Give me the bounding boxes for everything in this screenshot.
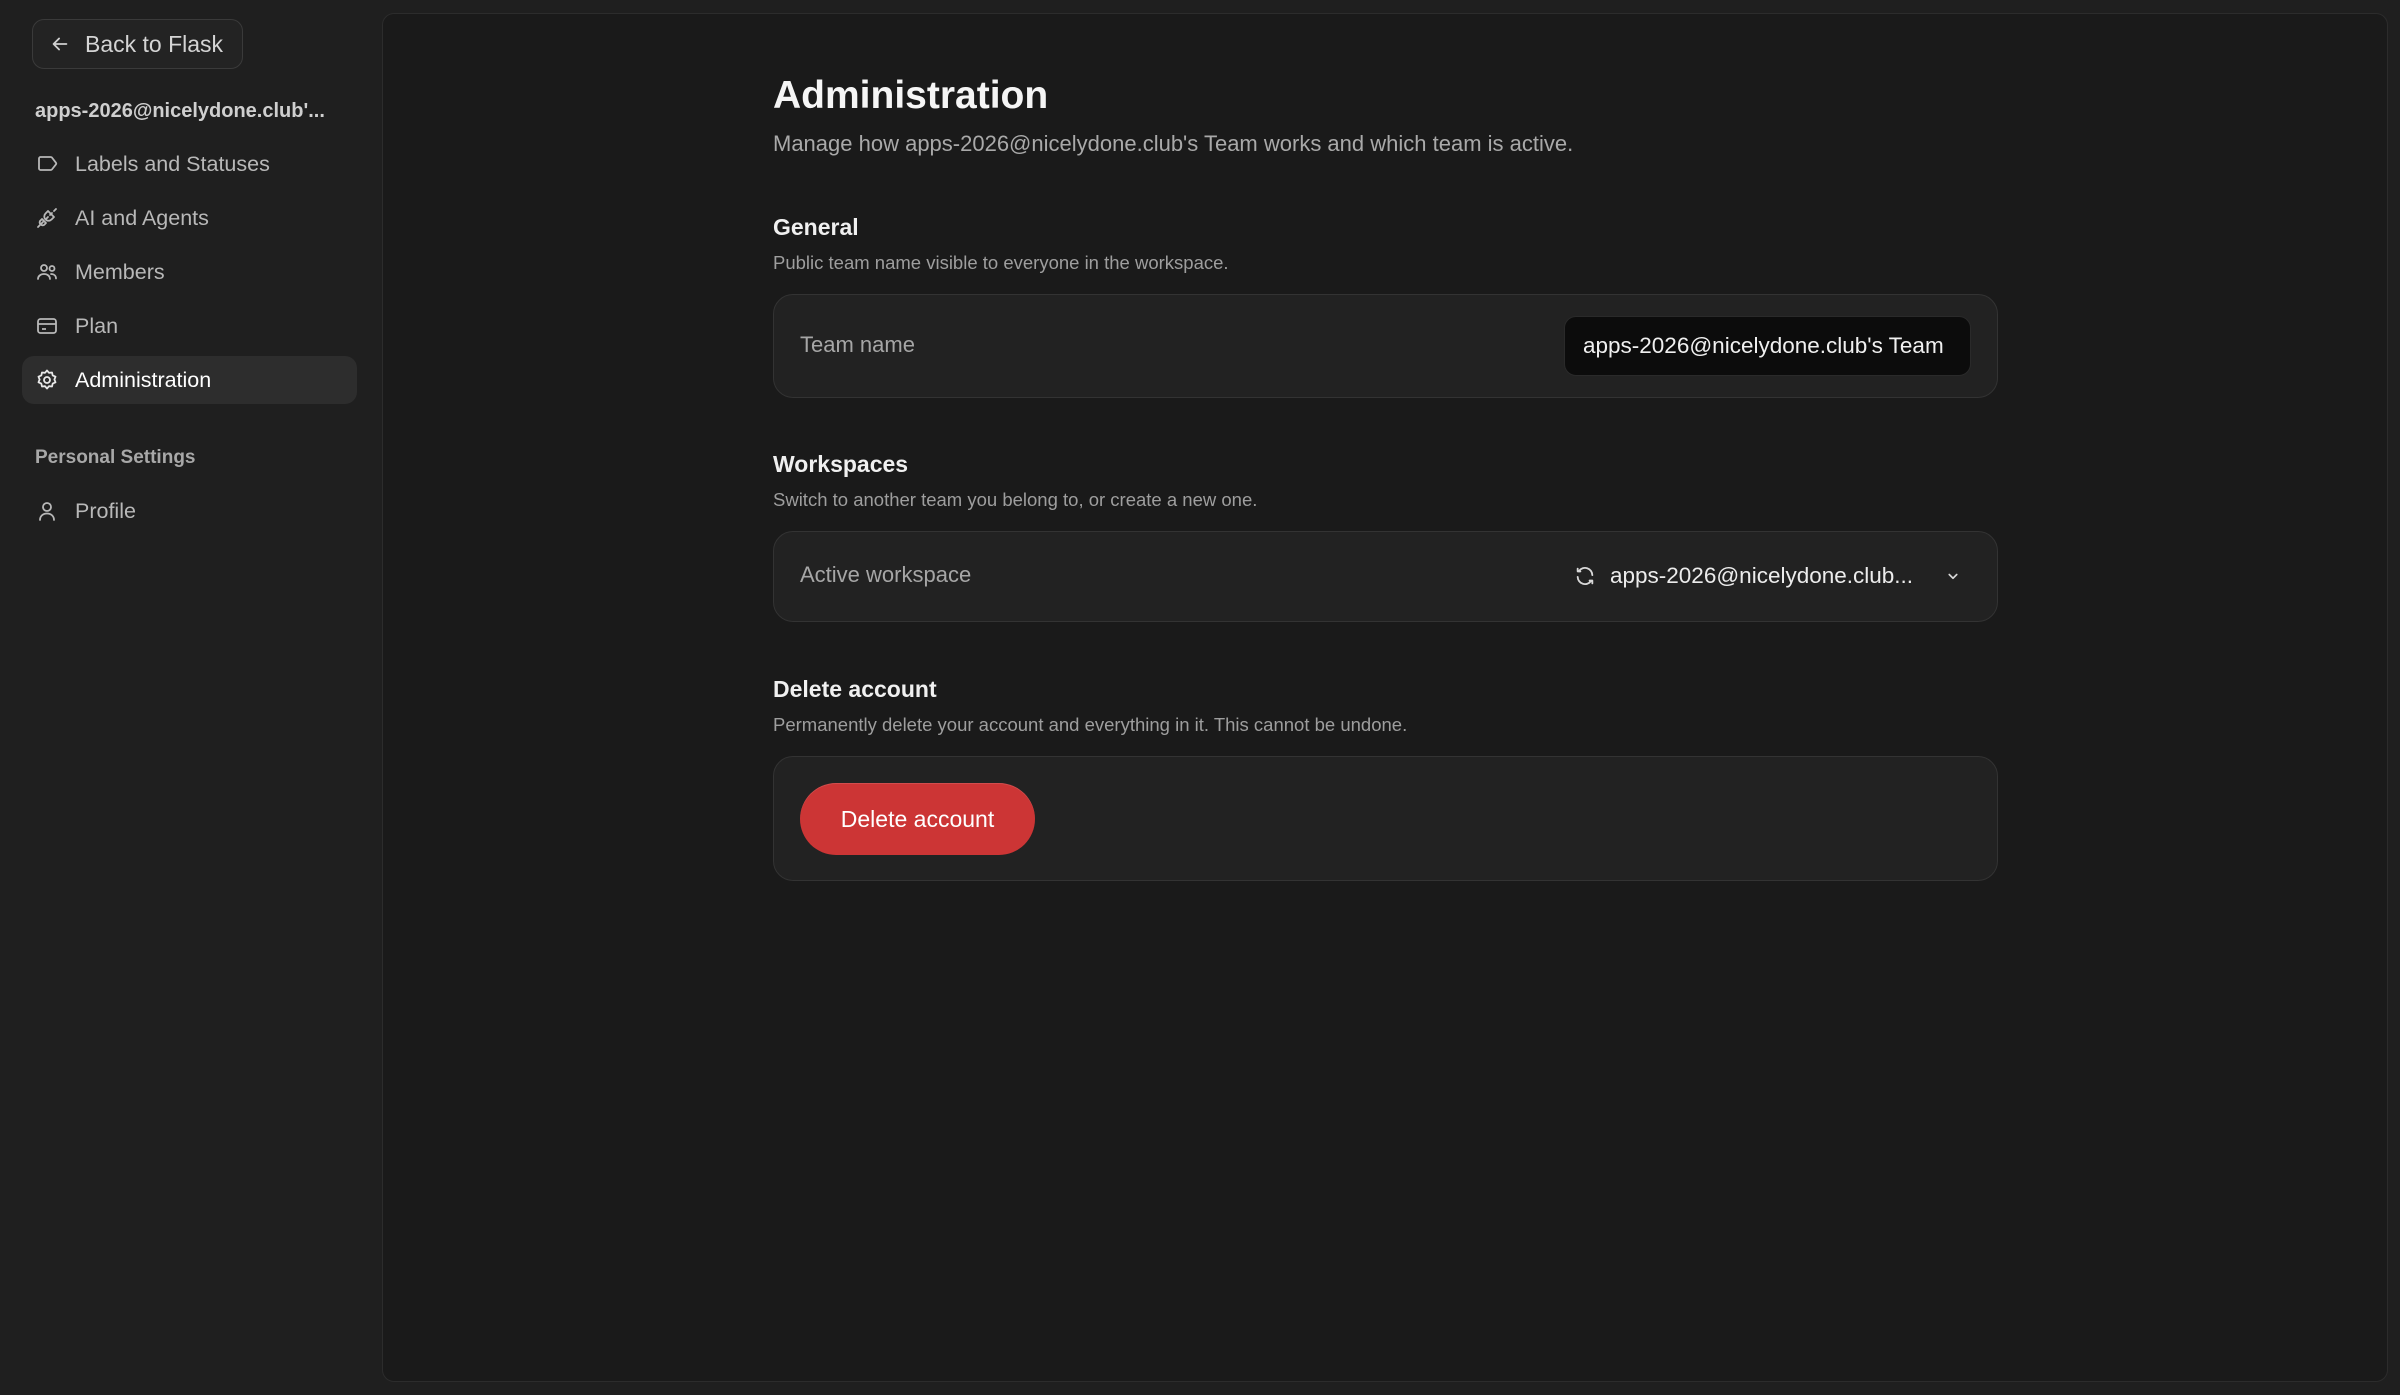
active-workspace-select[interactable]: apps-2026@nicelydone.club... bbox=[1566, 554, 1966, 598]
sidebar-item-administration[interactable]: Administration bbox=[22, 356, 357, 404]
sidebar-item-label: AI and Agents bbox=[75, 205, 209, 230]
settings-app: Back to Flask apps-2026@nicelydone.club'… bbox=[0, 0, 2400, 1395]
workspaces-section-title: Workspaces bbox=[773, 451, 909, 477]
arrow-left-icon bbox=[52, 37, 68, 51]
main-panel: Administration Manage how apps-2026@nice… bbox=[382, 13, 2388, 1382]
delete-account-section-title: Delete account bbox=[773, 676, 937, 702]
page-title: Administration bbox=[773, 74, 1049, 117]
active-workspace-label: Active workspace bbox=[800, 562, 972, 587]
general-section-description: Public team name visible to everyone in … bbox=[773, 252, 1229, 273]
workspaces-card: Active workspace apps-2026@nicelydone.cl… bbox=[773, 531, 1998, 622]
sidebar-item-plan[interactable]: Plan bbox=[22, 302, 357, 350]
page-subtitle: Manage how apps-2026@nicelydone.club's T… bbox=[773, 131, 1574, 156]
sidebar-item-label: Members bbox=[75, 259, 165, 284]
sidebar-item-label: Profile bbox=[75, 498, 136, 523]
team-name-label: Team name bbox=[800, 332, 915, 357]
back-label: Back to Flask bbox=[85, 30, 224, 57]
active-workspace-value: apps-2026@nicelydone.club... bbox=[1610, 563, 1914, 588]
chevron-down-icon bbox=[1948, 573, 1958, 580]
sidebar-item-members[interactable]: Members bbox=[22, 248, 357, 296]
team-title: apps-2026@nicelydone.club'... bbox=[35, 100, 325, 122]
general-section-title: General bbox=[773, 214, 859, 240]
sidebar-item-label: Plan bbox=[75, 313, 119, 338]
delete-account-card: Delete account bbox=[773, 756, 1998, 881]
delete-account-section-description: Permanently delete your account and ever… bbox=[773, 714, 1408, 735]
back-to-flask-button[interactable]: Back to Flask bbox=[32, 19, 243, 69]
personal-settings-heading: Personal Settings bbox=[35, 447, 196, 468]
members-icon bbox=[37, 264, 57, 280]
sidebar-item-label: Administration bbox=[75, 367, 212, 392]
delete-account-button[interactable]: Delete account bbox=[800, 783, 1035, 855]
credit-card-icon bbox=[37, 318, 57, 334]
sidebar-item-label: Labels and Statuses bbox=[75, 151, 270, 176]
sidebar-item-profile[interactable]: Profile bbox=[22, 487, 357, 535]
sidebar-item-labels-and-statuses[interactable]: Labels and Statuses bbox=[22, 140, 357, 188]
tag-icon bbox=[38, 156, 58, 171]
general-card: Team name bbox=[773, 294, 1998, 398]
team-name-input[interactable] bbox=[1564, 316, 1971, 376]
sidebar: Back to Flask apps-2026@nicelydone.club'… bbox=[0, 0, 382, 1395]
switch-icon bbox=[1576, 567, 1594, 585]
plug-icon bbox=[37, 208, 57, 228]
gear-icon bbox=[37, 369, 57, 390]
user-icon bbox=[39, 502, 55, 521]
workspaces-section-description: Switch to another team you belong to, or… bbox=[773, 489, 1258, 510]
sidebar-item-ai-and-agents[interactable]: AI and Agents bbox=[22, 194, 357, 242]
